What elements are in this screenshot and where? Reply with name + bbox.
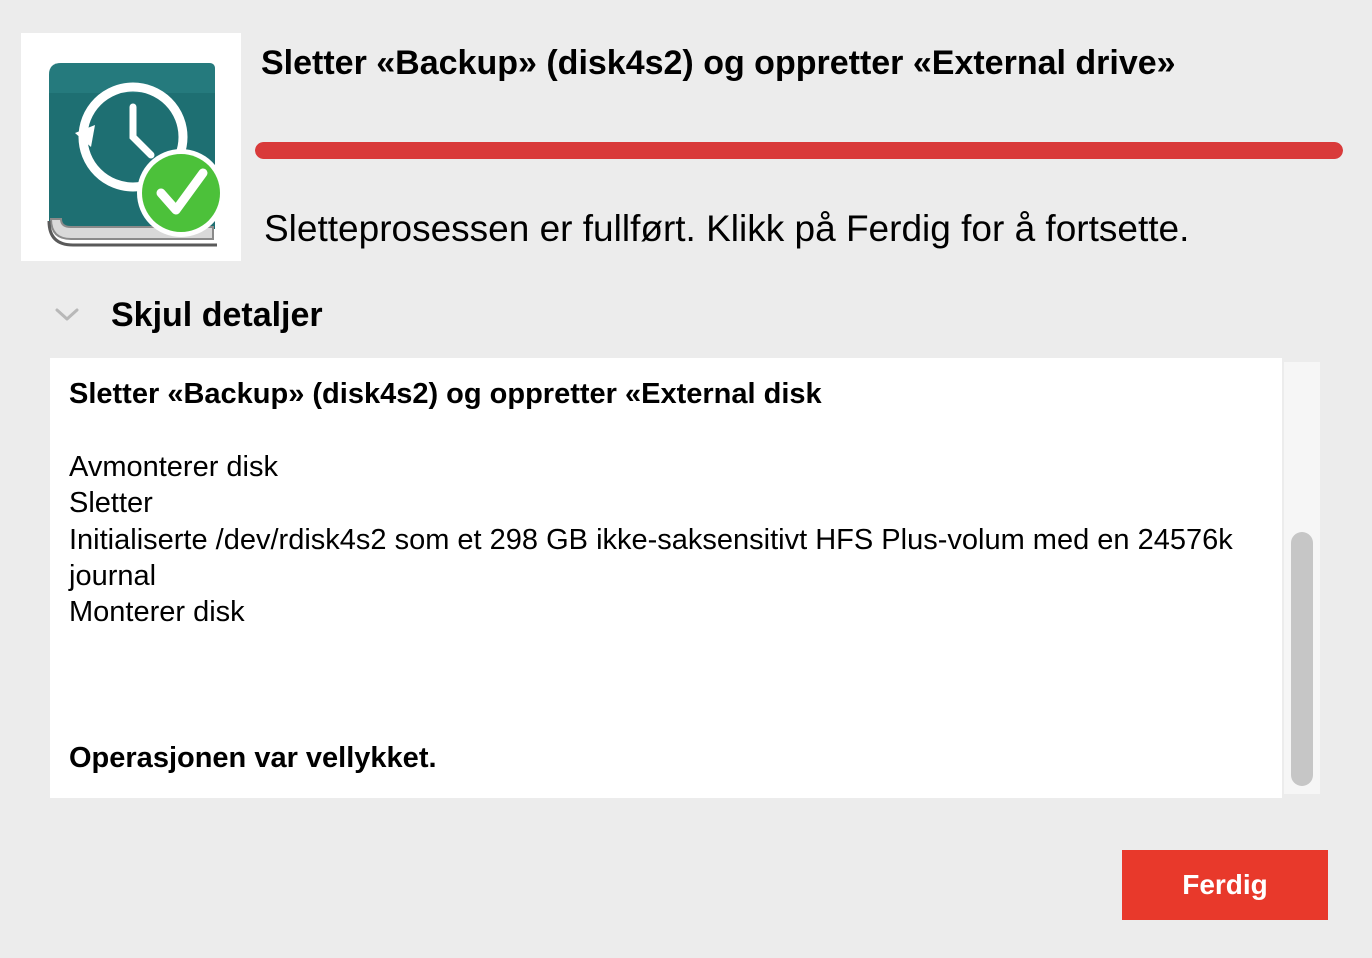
details-toggle[interactable]: Skjul detaljer xyxy=(50,293,323,337)
details-toggle-label[interactable]: Skjul detaljer xyxy=(111,296,323,335)
log-line: Monterer disk xyxy=(69,596,245,629)
app-icon-container xyxy=(21,33,241,261)
done-button[interactable]: Ferdig xyxy=(1122,850,1328,920)
log-line: Sletter xyxy=(69,487,153,520)
details-panel: Sletter «Backup» (disk4s2) og oppretter … xyxy=(50,358,1282,798)
details-log: Sletter «Backup» (disk4s2) og oppretter … xyxy=(69,376,1249,776)
dialog-title: Sletter «Backup» (disk4s2) og oppretter … xyxy=(261,44,1176,82)
progress-bar-fill xyxy=(255,142,1343,159)
log-line: Avmonterer disk xyxy=(69,450,278,483)
status-message: Sletteprosessen er fullført. Klikk på Fe… xyxy=(264,208,1190,249)
details-result: Operasjonen var vellykket. xyxy=(69,741,437,774)
log-line: Initialiserte /dev/rdisk4s2 som et 298 G… xyxy=(69,523,1233,593)
scrollbar-thumb[interactable] xyxy=(1291,532,1313,786)
details-scrollbar[interactable] xyxy=(1284,362,1320,794)
progress-bar xyxy=(255,142,1343,159)
details-heading: Sletter «Backup» (disk4s2) og oppretter … xyxy=(69,378,822,410)
time-machine-drive-icon xyxy=(47,63,225,247)
chevron-down-icon[interactable] xyxy=(50,293,84,337)
